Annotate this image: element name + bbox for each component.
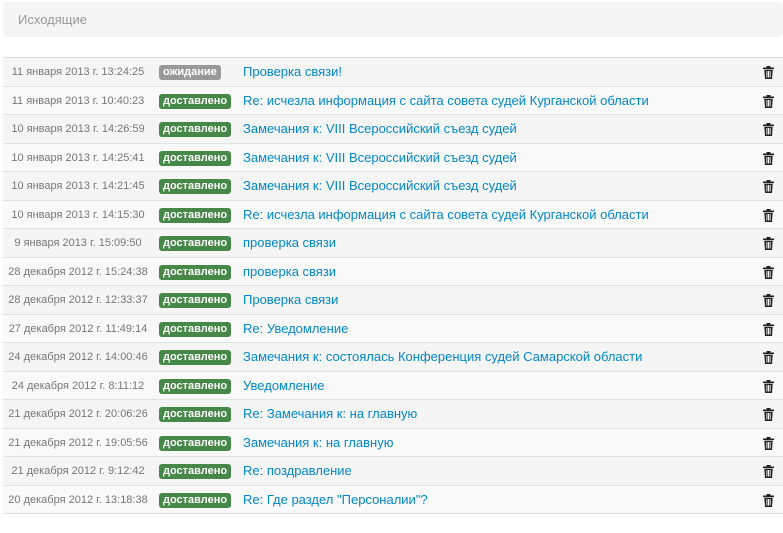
message-row[interactable]: 24 декабря 2012 г. 14:00:46 доставлено Зам…: [3, 343, 783, 372]
trash-icon[interactable]: [762, 151, 775, 165]
message-row[interactable]: 20 декабря 2012 г. 13:18:38 доставлено Re:…: [3, 485, 783, 514]
message-row[interactable]: 10 января 2013 г. 14:15:30 доставлено Re: …: [3, 200, 783, 229]
trash-icon[interactable]: [762, 66, 775, 79]
message-row[interactable]: 10 января 2013 г. 14:21:45 доставлено Заме…: [3, 172, 783, 201]
status-badge: доставлено: [159, 179, 232, 194]
trash-icon[interactable]: [762, 436, 775, 450]
status-badge: доставлено: [159, 207, 232, 223]
message-subject-link[interactable]: Re: исчезла информация с сайта совета су…: [243, 87, 649, 115]
message-date: 9 января 2013 г. 15:09:50: [14, 237, 142, 249]
status-badge: доставлено: [159, 264, 232, 280]
message-date: 21 декабря 2012 г. 9:12:42: [11, 465, 145, 477]
status-badge: доставлено: [159, 435, 232, 451]
trash-icon[interactable]: [762, 493, 775, 507]
message-date: 28 декабря 2012 г. 15:24:38: [8, 265, 148, 278]
message-subject-link[interactable]: проверка связи: [243, 229, 336, 257]
message-date: 11 января 2013 г. 10:40:23: [11, 94, 145, 107]
trash-icon[interactable]: [762, 408, 775, 421]
status-badge: ожидание: [159, 65, 221, 80]
message-row[interactable]: 11 января 2013 г. 13:24:25 ожидание Провер…: [3, 58, 783, 87]
trash-icon[interactable]: [762, 123, 775, 136]
message-subject-link[interactable]: Re: Замечания к: на главную: [243, 400, 417, 428]
status-badge: доставлено: [159, 350, 232, 365]
message-date: 21 декабря 2012 г. 19:05:56: [8, 436, 148, 449]
message-date: 28 декабря 2012 г. 12:33:37: [8, 294, 148, 306]
trash-icon[interactable]: [762, 237, 775, 250]
message-subject-link[interactable]: Замечания к: состоялась Конференция суде…: [243, 343, 642, 371]
message-row[interactable]: 10 января 2013 г. 14:25:41 доставлено Заме…: [3, 143, 783, 172]
message-subject-link[interactable]: Замечания к: VIII Всероссийский съезд су…: [243, 172, 517, 200]
trash-icon[interactable]: [762, 265, 775, 279]
trash-icon[interactable]: [762, 94, 775, 108]
message-date: 27 декабря 2012 г. 11:49:14: [8, 322, 148, 335]
status-badge: доставлено: [159, 122, 232, 137]
message-subject-link[interactable]: Замечания к: на главную: [243, 429, 393, 457]
message-date: 24 декабря 2012 г. 14:00:46: [8, 351, 148, 363]
trash-icon[interactable]: [762, 379, 775, 393]
message-subject-link[interactable]: Re: Уведомление: [243, 315, 348, 343]
message-date: 10 января 2013 г. 14:26:59: [11, 123, 145, 135]
trash-icon[interactable]: [762, 351, 775, 364]
trash-icon[interactable]: [762, 465, 775, 478]
message-row[interactable]: 21 декабря 2012 г. 9:12:42 доставлено Re: …: [3, 457, 783, 486]
message-date: 10 января 2013 г. 14:21:45: [11, 180, 145, 192]
message-row[interactable]: 9 января 2013 г. 15:09:50 доставлено прове…: [3, 229, 783, 258]
trash-icon[interactable]: [762, 208, 775, 222]
message-row[interactable]: 21 декабря 2012 г. 20:06:26 доставлено Re:…: [3, 400, 783, 429]
message-subject-link[interactable]: Проверка связи: [243, 286, 338, 314]
folder-header: Исходящие: [3, 2, 783, 37]
status-badge: доставлено: [159, 378, 232, 394]
message-subject-link[interactable]: Уведомление: [243, 372, 324, 400]
message-date: 10 января 2013 г. 14:15:30: [11, 208, 145, 221]
message-row[interactable]: 27 декабря 2012 г. 11:49:14 доставлено Re:…: [3, 314, 783, 343]
message-date: 11 января 2013 г. 13:24:25: [11, 66, 145, 78]
message-date: 10 января 2013 г. 14:25:41: [11, 151, 145, 164]
folder-title: Исходящие: [18, 12, 87, 27]
message-subject-link[interactable]: Проверка связи!: [243, 58, 342, 86]
status-badge: доставлено: [159, 93, 232, 109]
message-row[interactable]: 28 декабря 2012 г. 12:33:37 доставлено Про…: [3, 286, 783, 315]
trash-icon[interactable]: [762, 180, 775, 193]
message-row[interactable]: 11 января 2013 г. 10:40:23 доставлено Re: …: [3, 86, 783, 115]
status-badge: доставлено: [159, 407, 232, 422]
message-row[interactable]: 10 января 2013 г. 14:26:59 доставлено Заме…: [3, 115, 783, 144]
status-badge: доставлено: [159, 236, 232, 251]
message-subject-link[interactable]: Замечания к: VIII Всероссийский съезд су…: [243, 144, 517, 172]
status-badge: доставлено: [159, 464, 232, 479]
message-row[interactable]: 24 декабря 2012 г. 8:11:12 доставлено Увед…: [3, 371, 783, 400]
status-badge: доставлено: [159, 321, 232, 337]
message-date: 21 декабря 2012 г. 20:06:26: [8, 408, 148, 420]
message-subject-link[interactable]: Re: исчезла информация с сайта совета су…: [243, 201, 649, 229]
message-subject-link[interactable]: проверка связи: [243, 258, 336, 286]
message-subject-link[interactable]: Re: Где раздел "Персоналии"?: [243, 486, 428, 514]
trash-icon[interactable]: [762, 294, 775, 307]
status-badge: доставлено: [159, 293, 232, 308]
message-date: 24 декабря 2012 г. 8:11:12: [11, 379, 145, 392]
status-badge: доставлено: [159, 150, 232, 166]
message-date: 20 декабря 2012 г. 13:18:38: [8, 493, 148, 506]
message-subject-link[interactable]: Замечания к: VIII Всероссийский съезд су…: [243, 115, 517, 143]
message-row[interactable]: 28 декабря 2012 г. 15:24:38 доставлено про…: [3, 257, 783, 286]
message-subject-link[interactable]: Re: поздравление: [243, 457, 352, 485]
message-row[interactable]: 21 декабря 2012 г. 19:05:56 доставлено Зам…: [3, 428, 783, 457]
trash-icon[interactable]: [762, 322, 775, 336]
outgoing-messages-table: 11 января 2013 г. 13:24:25 ожидание Провер…: [3, 57, 783, 514]
status-badge: доставлено: [159, 492, 232, 508]
